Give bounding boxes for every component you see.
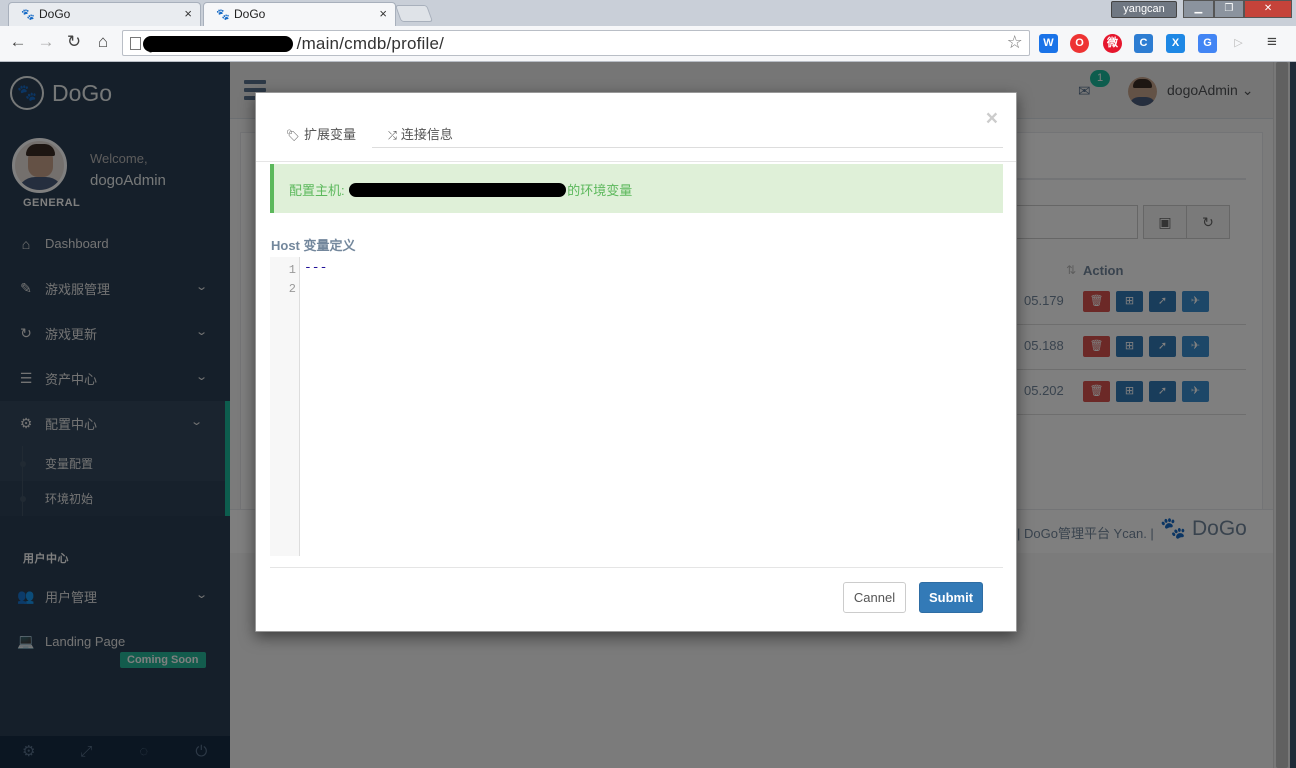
browser-tab-1[interactable]: 🐾 DoGo × bbox=[8, 2, 201, 26]
close-tab-icon[interactable]: × bbox=[379, 6, 387, 21]
address-bar[interactable]: y /main/cmdb/profile/ ☆ bbox=[122, 30, 1030, 56]
cancel-button[interactable]: Cannel bbox=[843, 582, 906, 613]
maximize-button[interactable]: ❐ bbox=[1213, 0, 1245, 18]
host-variables-modal: 🏷 扩展变量 ⤮ 连接信息 × 配置主机: 的环境变量 Host 变量定义 1 2 … bbox=[255, 92, 1017, 632]
alert-suffix: 的环境变量 bbox=[567, 183, 633, 198]
code-editor[interactable]: 1 2 --- bbox=[270, 257, 1003, 556]
forward-icon[interactable]: → bbox=[36, 32, 56, 52]
host-alert: 配置主机: 的环境变量 bbox=[270, 164, 1003, 213]
tab-extended-variables[interactable]: 🏷 扩展变量 bbox=[269, 111, 372, 148]
close-icon[interactable]: × bbox=[986, 107, 998, 131]
close-window-button[interactable]: ✕ bbox=[1244, 0, 1292, 18]
tab-title: DoGo bbox=[39, 7, 71, 21]
browser-chrome: 🐾 DoGo × 🐾 DoGo × yangcan ▁ ❐ ✕ ← → ↻ ⌂ … bbox=[0, 0, 1296, 62]
redacted-host bbox=[143, 36, 293, 52]
back-icon[interactable]: ← bbox=[8, 32, 28, 52]
extension-c-icon[interactable]: C bbox=[1134, 34, 1153, 53]
modal-header-divider bbox=[256, 161, 1016, 162]
tab-label: 扩展变量 bbox=[303, 127, 356, 142]
minimize-button[interactable]: ▁ bbox=[1183, 0, 1214, 18]
modal-tabs: 🏷 扩展变量 ⤮ 连接信息 bbox=[269, 111, 1003, 148]
reload-icon[interactable]: ↻ bbox=[64, 32, 84, 52]
editor-content[interactable]: --- bbox=[304, 260, 327, 275]
tab-strip: 🐾 DoGo × 🐾 DoGo × yangcan ▁ ❐ ✕ bbox=[0, 0, 1296, 26]
home-icon[interactable]: ⌂ bbox=[93, 32, 113, 52]
extension-weibo-icon[interactable]: 微 bbox=[1103, 34, 1122, 53]
browser-toolbar: ← → ↻ ⌂ y /main/cmdb/profile/ ☆ W O 微 C … bbox=[0, 26, 1296, 62]
line-number: 1 bbox=[288, 263, 296, 277]
window-edge bbox=[1290, 62, 1296, 768]
paw-icon: 🐾 bbox=[216, 9, 230, 21]
tag-icon: 🏷 bbox=[286, 130, 300, 142]
editor-gutter: 1 2 bbox=[270, 257, 300, 556]
extension-translate-icon[interactable]: G bbox=[1198, 34, 1217, 53]
window-controls: ▁ ❐ ✕ bbox=[1183, 0, 1292, 18]
redacted-host bbox=[349, 183, 567, 197]
close-tab-icon[interactable]: × bbox=[184, 6, 192, 21]
tab-title: DoGo bbox=[234, 7, 266, 21]
host-variables-label: Host 变量定义 bbox=[271, 238, 356, 253]
random-icon: ⤮ bbox=[388, 130, 397, 142]
menu-icon[interactable]: ≡ bbox=[1262, 32, 1282, 52]
extension-x-icon[interactable]: X bbox=[1166, 34, 1185, 53]
alert-prefix: 配置主机: bbox=[289, 183, 349, 198]
extension-cast-icon[interactable]: ▷ bbox=[1229, 34, 1248, 53]
line-number: 2 bbox=[288, 282, 296, 296]
modal-footer-divider bbox=[270, 567, 1003, 568]
window-user-badge: yangcan bbox=[1111, 1, 1177, 18]
paw-icon: 🐾 bbox=[21, 9, 35, 21]
url-path: /main/cmdb/profile/ bbox=[296, 34, 445, 53]
page-icon bbox=[130, 37, 141, 50]
extension-opera-icon[interactable]: O bbox=[1070, 34, 1089, 53]
tab-connection-info[interactable]: ⤮ 连接信息 bbox=[371, 111, 469, 148]
new-tab-button[interactable] bbox=[394, 5, 434, 22]
submit-button[interactable]: Submit bbox=[919, 582, 983, 613]
tab-label: 连接信息 bbox=[400, 127, 453, 142]
extension-w-icon[interactable]: W bbox=[1039, 34, 1058, 53]
browser-tab-2[interactable]: 🐾 DoGo × bbox=[203, 2, 396, 26]
bookmark-star-icon[interactable]: ☆ bbox=[1007, 32, 1023, 53]
